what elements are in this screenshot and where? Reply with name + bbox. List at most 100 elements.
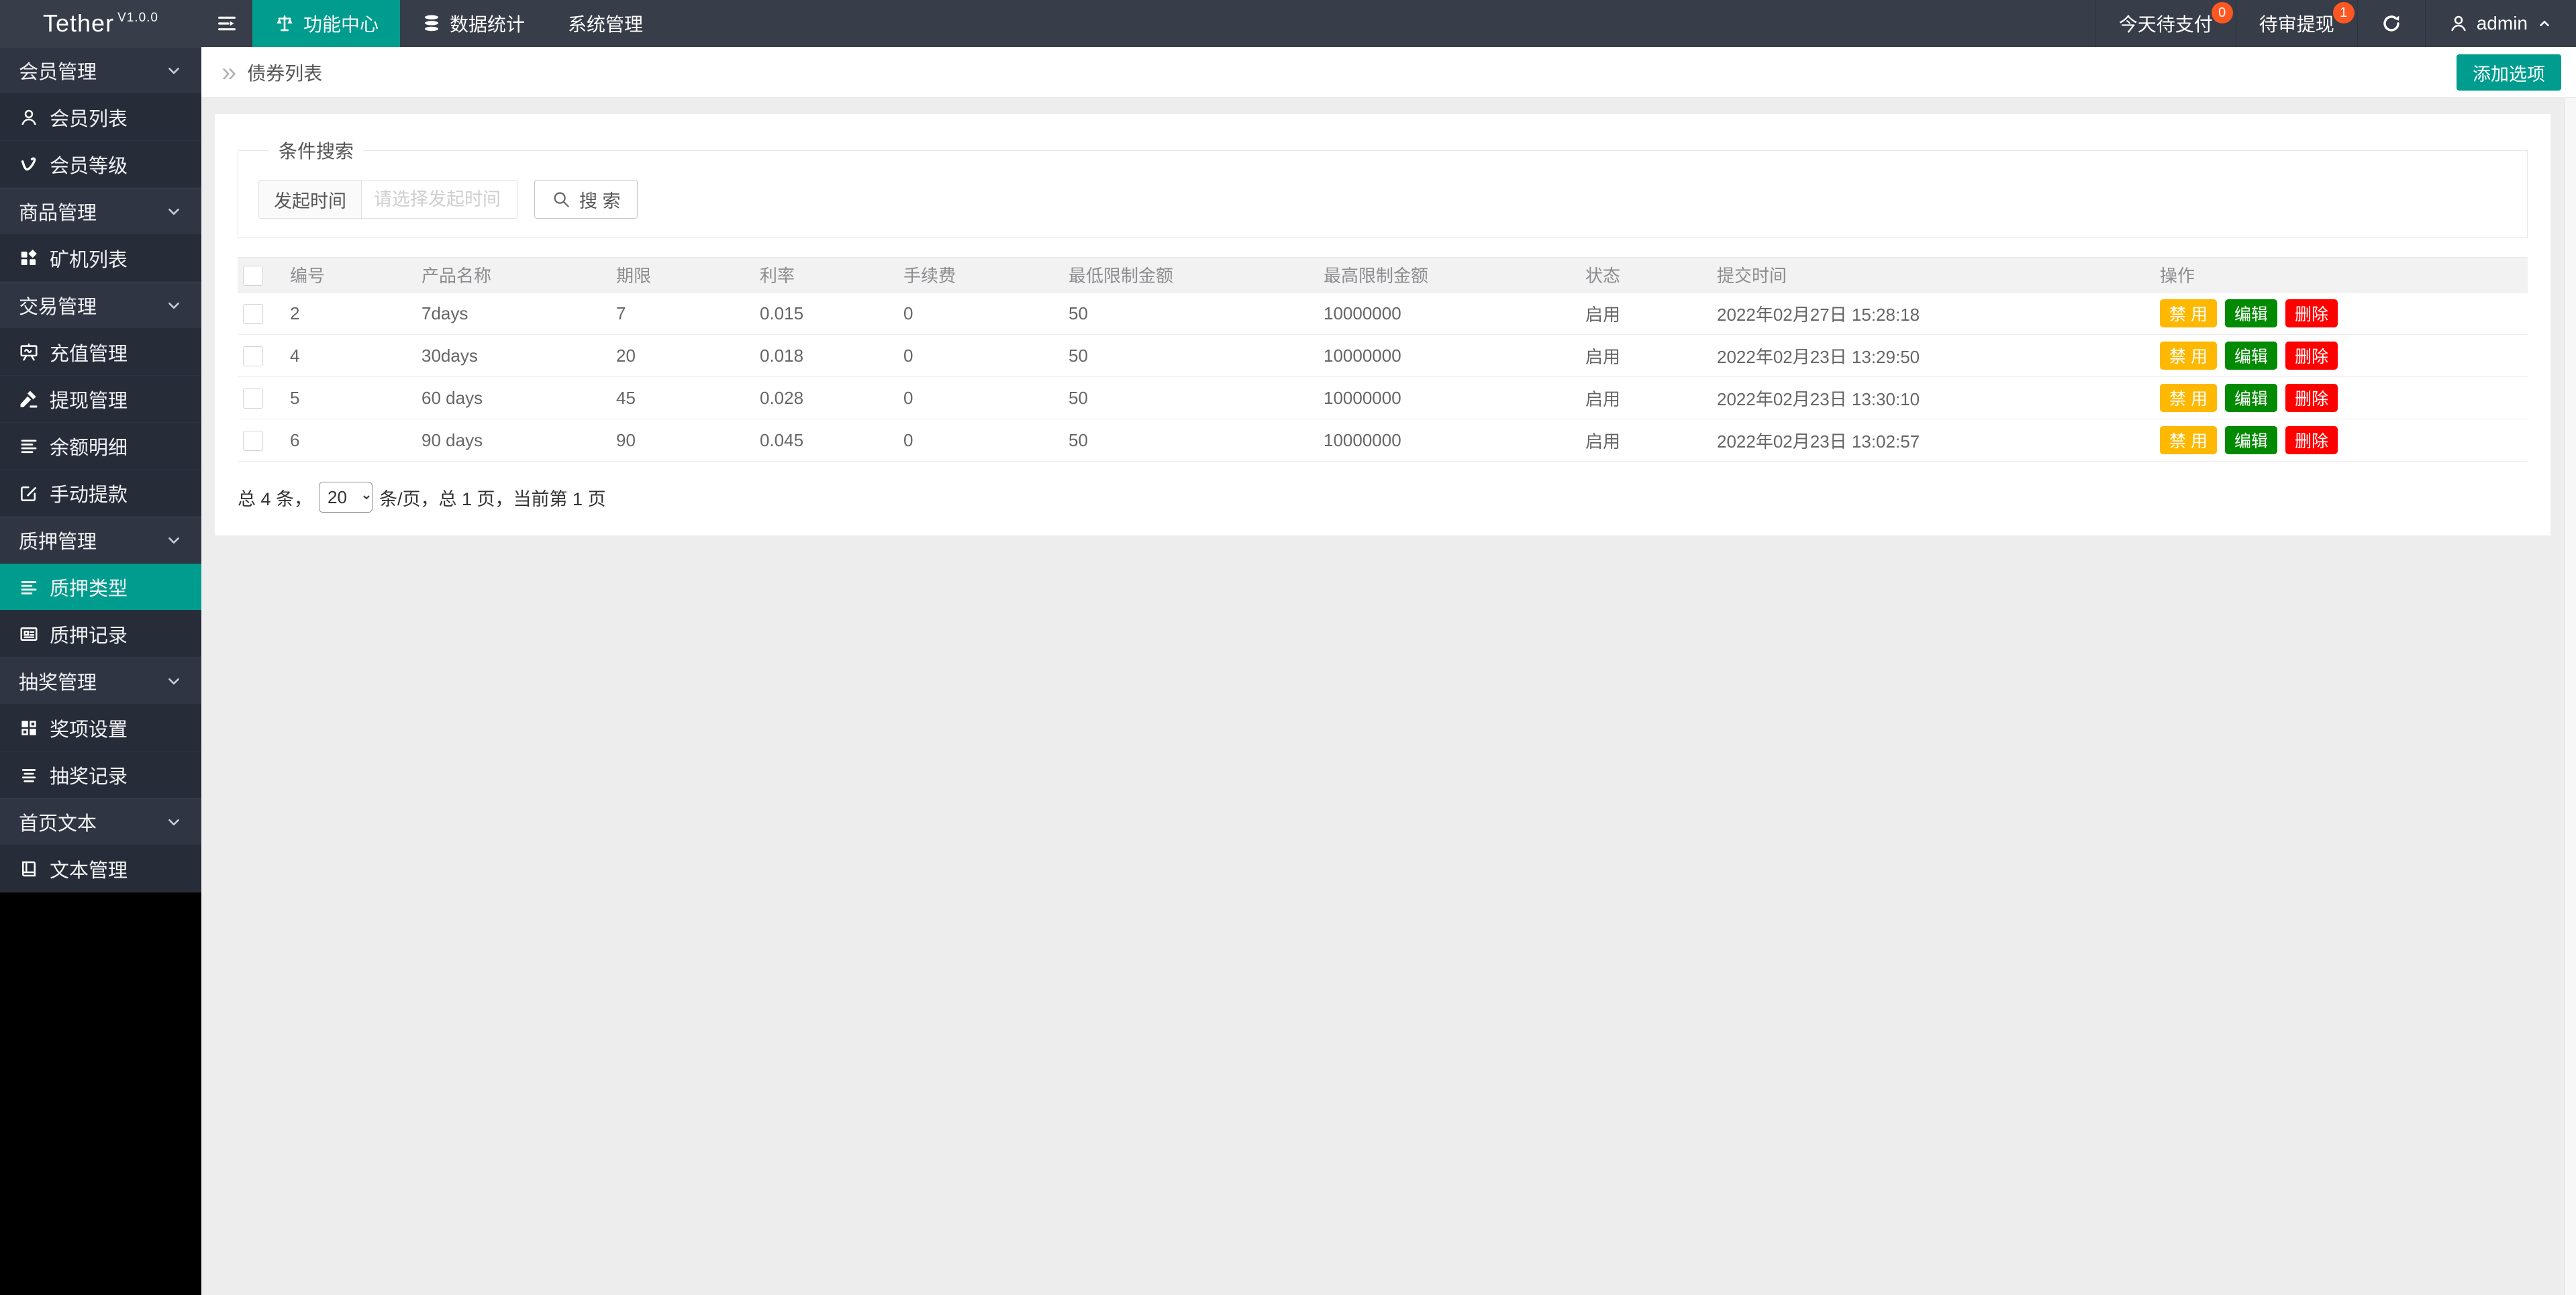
edit-button[interactable]: 编辑 (2225, 299, 2277, 327)
boxes-icon (19, 248, 39, 268)
refresh-button[interactable] (2357, 0, 2425, 47)
search-button[interactable]: 搜 索 (534, 180, 638, 219)
nav-tab-data-statistics[interactable]: 数据统计 (400, 0, 546, 47)
nav-tab-label: 功能中心 (303, 10, 379, 37)
sidebar-item-lottery-record[interactable]: 抽奖记录 (0, 752, 201, 798)
sidebar-item-manual-withdraw[interactable]: 手动提款 (0, 470, 201, 517)
cell-term: 90 (611, 419, 754, 462)
sidebar-item-pledge-record[interactable]: 质押记录 (0, 611, 201, 658)
sidebar-item-miner-list[interactable]: 矿机列表 (0, 235, 201, 282)
double-chevron-icon: » (221, 62, 236, 83)
today-pending-pay-label: 今天待支付 (2119, 10, 2213, 37)
gavel-icon (19, 389, 39, 409)
page-size-select[interactable]: 20 (319, 482, 373, 513)
delete-button[interactable]: 删除 (2285, 299, 2338, 327)
sidebar-item-balance-detail[interactable]: 余额明细 (0, 423, 201, 470)
sidebar-item-text-management[interactable]: 文本管理 (0, 845, 201, 892)
search-button-label: 搜 索 (579, 187, 621, 213)
nav-tab-system-management[interactable]: 系统管理 (546, 0, 664, 47)
sidebar-item-recharge-management[interactable]: 充值管理 (0, 329, 201, 376)
disable-button[interactable]: 禁 用 (2160, 384, 2217, 412)
sidebar-group-lottery-management[interactable]: 抽奖管理 (0, 658, 201, 705)
sidebar-item-member-level[interactable]: 会员等级 (0, 141, 201, 188)
top-navbar: Tether V1.0.0 功能中心 数据统计 系统管理 今天待支付 (0, 0, 2576, 47)
cell-min-limit: 50 (1063, 419, 1318, 462)
grid-icon (19, 718, 39, 738)
vertical-scrollbar[interactable] (2564, 98, 2576, 1295)
table-header-row: 编号 产品名称 期限 利率 手续费 最低限制金额 最高限制金额 状态 提交时间 … (238, 258, 2528, 293)
app-logo: Tether V1.0.0 (0, 0, 201, 47)
sidebar-item-label: 提现管理 (50, 385, 128, 413)
today-pending-pay[interactable]: 今天待支付 0 (2095, 0, 2236, 47)
cell-rate: 0.018 (754, 335, 898, 377)
cell-product-name: 30days (416, 335, 611, 377)
row-checkbox[interactable] (243, 346, 263, 366)
start-time-label: 发起时间 (258, 180, 361, 219)
disable-button[interactable]: 禁 用 (2160, 426, 2217, 454)
sidebar-item-label: 充值管理 (50, 338, 128, 366)
pending-withdraw[interactable]: 待审提现 1 (2236, 0, 2357, 47)
cell-min-limit: 50 (1063, 293, 1318, 335)
hamburger-icon (216, 13, 238, 34)
start-time-input[interactable] (361, 180, 518, 219)
cell-fee: 0 (898, 419, 1063, 462)
sidebar-item-withdraw-management[interactable]: 提现管理 (0, 376, 201, 423)
sidebar-item-member-list[interactable]: 会员列表 (0, 94, 201, 141)
table-row: 2 7days 7 0.015 0 50 10000000 启用 2022年02… (238, 293, 2528, 335)
row-checkbox[interactable] (243, 389, 263, 409)
header-status: 状态 (1580, 258, 1712, 293)
sidebar-group-label: 会员管理 (19, 56, 97, 85)
cell-rate: 0.028 (754, 377, 898, 419)
select-all-checkbox[interactable] (243, 266, 263, 286)
book-icon (19, 859, 39, 879)
cell-status: 启用 (1580, 335, 1712, 377)
edit-button[interactable]: 编辑 (2225, 384, 2277, 412)
row-checkbox[interactable] (243, 431, 263, 451)
sidebar-group-trade-management[interactable]: 交易管理 (0, 282, 201, 329)
chevron-down-icon (165, 531, 183, 549)
cell-id: 5 (285, 377, 416, 419)
edit-button[interactable]: 编辑 (2225, 342, 2277, 370)
nav-tab-label: 数据统计 (450, 10, 525, 37)
search-icon (551, 189, 571, 209)
sidebar-group-label: 首页文本 (19, 808, 97, 836)
sidebar-group-product-management[interactable]: 商品管理 (0, 188, 201, 235)
sidebar-toggle-button[interactable] (201, 0, 252, 47)
delete-button[interactable]: 删除 (2285, 384, 2338, 412)
app-version: V1.0.0 (117, 11, 158, 25)
database-icon (422, 13, 442, 34)
search-controls: 发起时间 搜 索 (258, 180, 2507, 219)
pagination: 总 4 条， 20 条/页，总 1 页，当前第 1 页 (238, 482, 2528, 513)
sidebar-group-pledge-management[interactable]: 质押管理 (0, 517, 201, 564)
list-icon (19, 436, 39, 456)
refresh-icon (2381, 13, 2402, 34)
header-max-limit: 最高限制金额 (1318, 258, 1580, 293)
sidebar-item-pledge-type[interactable]: 质押类型 (0, 564, 201, 611)
cell-status: 启用 (1580, 377, 1712, 419)
delete-button[interactable]: 删除 (2285, 426, 2338, 454)
edit-button[interactable]: 编辑 (2225, 426, 2277, 454)
sidebar-group-label: 质押管理 (19, 526, 97, 554)
disable-button[interactable]: 禁 用 (2160, 342, 2217, 370)
add-option-button[interactable]: 添加选项 (2457, 54, 2561, 91)
row-actions: 禁 用 编辑 删除 (2160, 426, 2522, 454)
delete-button[interactable]: 删除 (2285, 342, 2338, 370)
list-icon (19, 577, 39, 597)
cell-id: 6 (285, 419, 416, 462)
row-checkbox[interactable] (243, 304, 263, 324)
chevron-down-icon (165, 297, 183, 314)
user-menu[interactable]: admin (2425, 0, 2576, 47)
sidebar-item-prize-settings[interactable]: 奖项设置 (0, 705, 201, 752)
nav-tab-function-center[interactable]: 功能中心 (252, 0, 400, 47)
row-actions: 禁 用 编辑 删除 (2160, 342, 2522, 370)
sidebar-group-member-management[interactable]: 会员管理 (0, 47, 201, 94)
sidebar-item-label: 抽奖记录 (50, 761, 128, 789)
sidebar-menu: 会员管理 会员列表 会员等级 商品管理 矿机列表 交易管理 充值管理 (0, 47, 201, 892)
disable-button[interactable]: 禁 用 (2160, 299, 2217, 327)
cell-fee: 0 (898, 335, 1063, 377)
breadcrumb: » 债券列表 添加选项 (201, 47, 2576, 98)
bond-table: 编号 产品名称 期限 利率 手续费 最低限制金额 最高限制金额 状态 提交时间 … (238, 257, 2528, 462)
cell-id: 4 (285, 335, 416, 377)
sidebar-group-homepage-text[interactable]: 首页文本 (0, 798, 201, 845)
cell-product-name: 60 days (416, 377, 611, 419)
